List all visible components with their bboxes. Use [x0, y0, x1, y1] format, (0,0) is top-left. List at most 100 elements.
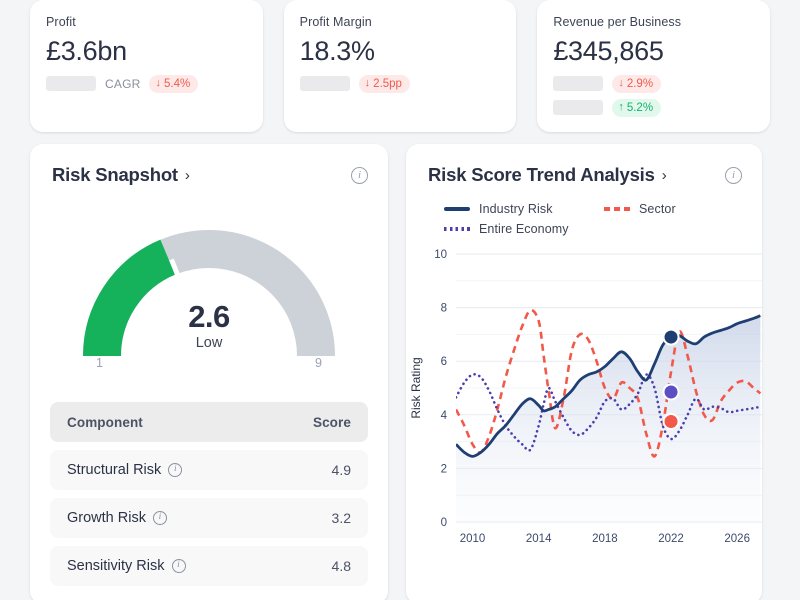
table-row[interactable]: Growth Risk i 3.2 [50, 498, 368, 538]
panels-row: Risk Snapshot › i 2.6 Low 1 9 Component … [0, 144, 800, 600]
arrow-down-icon: ↓ [155, 77, 161, 89]
y-axis-title: Risk Rating [409, 357, 423, 418]
y-tick-label: 8 [441, 303, 447, 315]
y-tick-label: 4 [441, 410, 448, 422]
gauge-min-label: 1 [96, 356, 103, 370]
kpi-change-value: 2.9% [626, 77, 654, 90]
page-title: Risk Snapshot [52, 164, 178, 185]
legend-swatch-dotted [444, 227, 470, 231]
info-icon[interactable]: i [351, 166, 368, 184]
risk-snapshot-header: Risk Snapshot › i [30, 144, 388, 186]
y-tick-label: 10 [434, 249, 447, 261]
component-name-cell: Sensitivity Risk i [67, 558, 186, 574]
component-name-cell: Structural Risk i [67, 462, 183, 478]
kpi-value: £3.6bn [46, 36, 127, 66]
kpi-card-profit: Profit £3.6bn CAGR ↓ 5.4% [30, 0, 263, 132]
chart-marker-entire-economy[interactable] [662, 383, 680, 401]
skeleton-bar [299, 76, 350, 91]
chart-legend: Industry Risk Sector Entire Economy [406, 186, 736, 236]
risk-trend-header: Risk Score Trend Analysis › i [406, 144, 762, 186]
kpi-row: Profit £3.6bn CAGR ↓ 5.4% Profit Margin … [0, 0, 800, 132]
risk-snapshot-title-link[interactable]: Risk Snapshot › [52, 164, 190, 186]
component-name-cell: Growth Risk i [67, 510, 167, 526]
gauge-max-label: 9 [315, 356, 322, 370]
legend-item-industry-risk[interactable]: Industry Risk [444, 202, 586, 216]
info-icon[interactable]: i [725, 166, 742, 184]
kpi-metric-row: ↓ 2.9% [553, 74, 754, 93]
risk-trend-chart: 0 2 4 6 8 10 2010 2014 2018 2022 2026 Risk Rating [406, 236, 762, 562]
y-tick-label: 0 [441, 517, 447, 529]
risk-snapshot-panel: Risk Snapshot › i 2.6 Low 1 9 Component … [30, 144, 388, 600]
kpi-label: Profit Margin [299, 15, 372, 29]
kpi-label: Revenue per Business [553, 15, 682, 29]
info-icon[interactable]: i [152, 511, 167, 525]
table-header-row: Component Score [50, 402, 368, 442]
risk-trend-title-link[interactable]: Risk Score Trend Analysis › [428, 164, 667, 186]
skeleton-bar [553, 76, 604, 91]
kpi-change-badge: ↑ 5.2% [612, 98, 662, 117]
arrow-down-icon: ↓ [618, 77, 624, 89]
component-label: Growth Risk [67, 510, 146, 526]
risk-gauge: 2.6 Low 1 9 [30, 196, 388, 396]
component-label: Structural Risk [67, 462, 162, 478]
arrow-down-icon: ↓ [364, 77, 371, 89]
kpi-value: 18.3% [299, 36, 375, 66]
legend-swatch-dashed [604, 207, 630, 211]
dashboard-page: Profit £3.6bn CAGR ↓ 5.4% Profit Margin … [0, 0, 800, 600]
legend-item-sector[interactable]: Sector [604, 202, 676, 216]
gauge-svg [82, 230, 335, 357]
kpi-metric-row: ↑ 5.2% [553, 98, 754, 117]
x-tick-label: 2022 [658, 533, 684, 545]
component-score-cell: 4.8 [331, 558, 351, 574]
chevron-right-icon: › [661, 166, 667, 184]
chart-marker-industry-risk[interactable] [662, 328, 680, 346]
info-icon[interactable]: i [168, 463, 183, 477]
table-row[interactable]: Sensitivity Risk i 4.8 [50, 546, 368, 586]
legend-label: Industry Risk [479, 202, 553, 216]
chevron-right-icon: › [184, 166, 190, 184]
x-tick-label: 2010 [460, 533, 486, 545]
x-tick-label: 2026 [724, 533, 750, 545]
legend-swatch-solid [444, 207, 470, 211]
kpi-card-profit-margin: Profit Margin 18.3% ↓ 2.5pp [283, 0, 517, 132]
kpi-card-revenue-per-business: Revenue per Business £345,865 ↓ 2.9% ↑ 5… [537, 0, 771, 132]
y-tick-label: 2 [441, 463, 447, 475]
kpi-value: £345,865 [553, 36, 664, 66]
x-tick-label: 2014 [526, 533, 552, 545]
gauge-scale: 1 9 [96, 356, 322, 370]
info-icon[interactable]: i [171, 559, 186, 573]
legend-item-entire-economy[interactable]: Entire Economy [444, 222, 569, 236]
risk-trend-panel: Risk Score Trend Analysis › i Industry R… [406, 144, 762, 600]
column-header-component: Component [67, 414, 143, 430]
kpi-label: Profit [46, 15, 76, 29]
table-row[interactable]: Structural Risk i 4.9 [50, 450, 368, 490]
kpi-change-badge: ↓ 2.9% [612, 74, 662, 93]
page-title: Risk Score Trend Analysis [428, 164, 655, 185]
legend-label: Entire Economy [479, 222, 569, 236]
kpi-metric-row: ↓ 2.5pp [299, 74, 501, 93]
component-score-cell: 4.9 [331, 462, 351, 478]
risk-component-table: Component Score Structural Risk i 4.9 Gr… [30, 396, 388, 600]
kpi-metrics: CAGR ↓ 5.4% [46, 74, 247, 93]
skeleton-bar [553, 100, 604, 115]
kpi-change-badge: ↓ 5.4% [149, 74, 199, 93]
kpi-metrics: ↓ 2.5pp [299, 74, 501, 93]
column-header-score: Score [312, 414, 351, 430]
x-tick-label: 2018 [592, 533, 618, 545]
kpi-change-value: 5.4% [163, 77, 191, 90]
chart-svg: 0 2 4 6 8 10 2010 2014 2018 2022 2026 Risk Rating [409, 249, 762, 545]
kpi-change-badge: ↓ 2.5pp [358, 74, 410, 93]
component-score-cell: 3.2 [331, 510, 351, 526]
kpi-change-value: 5.2% [626, 101, 654, 114]
y-tick-label: 6 [441, 356, 447, 368]
skeleton-bar [46, 76, 96, 91]
chart-marker-sector[interactable] [662, 413, 680, 430]
kpi-metric-row: CAGR ↓ 5.4% [46, 74, 247, 93]
legend-label: Sector [639, 202, 676, 216]
kpi-metric-note: CAGR [105, 76, 141, 91]
component-label: Sensitivity Risk [67, 558, 165, 574]
kpi-change-value: 2.5pp [373, 77, 402, 90]
kpi-metrics: ↓ 2.9% ↑ 5.2% [553, 74, 754, 117]
gauge-value-arc [82, 239, 176, 357]
arrow-up-icon: ↑ [618, 101, 624, 113]
